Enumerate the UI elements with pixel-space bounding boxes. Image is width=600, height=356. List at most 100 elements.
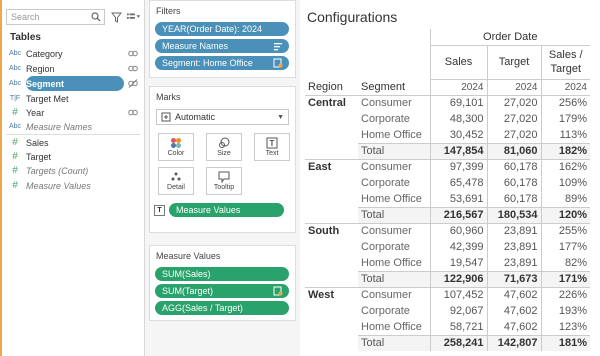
ratio-cell[interactable]: 226% [540, 286, 590, 303]
ratio-cell[interactable]: 120% [540, 206, 590, 223]
text-pill-measure-values[interactable]: Measure Values [169, 203, 284, 217]
target-cell[interactable]: 60,178 [486, 175, 541, 191]
size-button[interactable]: Size [206, 133, 242, 161]
color-button[interactable]: Color [158, 133, 194, 161]
view-title[interactable]: Configurations [307, 9, 397, 25]
segment-cell[interactable]: Total [358, 270, 430, 287]
segment-cell[interactable]: Total [358, 334, 430, 351]
region-cell[interactable] [305, 111, 358, 127]
ratio-cell[interactable]: 193% [540, 303, 590, 319]
target-cell[interactable]: 23,891 [486, 239, 541, 255]
segment-cell[interactable]: Total [358, 142, 430, 159]
region-cell[interactable] [305, 271, 358, 287]
column-header-target[interactable]: Target [486, 44, 541, 79]
ratio-cell[interactable]: 89% [540, 191, 590, 207]
row-header-segment[interactable]: Segment [358, 79, 430, 95]
region-cell[interactable] [305, 319, 358, 335]
ratio-cell[interactable]: 182% [540, 142, 590, 159]
segment-cell[interactable]: Home Office [358, 191, 430, 207]
text-button[interactable]: T Text [254, 133, 290, 161]
ratio-cell[interactable]: 162% [540, 158, 590, 175]
region-cell[interactable] [305, 207, 358, 223]
segment-cell[interactable]: Corporate [358, 111, 430, 127]
region-cell[interactable] [305, 175, 358, 191]
measure-pill-ratio[interactable]: AGG(Sales / Target) [155, 301, 289, 315]
sales-cell[interactable]: 65,478 [429, 175, 487, 191]
region-cell[interactable] [305, 239, 358, 255]
column-header-ratio[interactable]: Sales / Target [540, 44, 590, 79]
segment-cell[interactable]: Corporate [358, 303, 430, 319]
target-cell[interactable]: 27,020 [486, 111, 541, 127]
segment-cell[interactable]: Consumer [358, 94, 430, 111]
ratio-cell[interactable]: 179% [540, 111, 590, 127]
sales-cell[interactable]: 42,399 [429, 239, 487, 255]
target-cell[interactable]: 23,891 [486, 222, 541, 239]
row-header-region[interactable]: Region [305, 79, 358, 95]
sales-cell[interactable]: 147,854 [429, 142, 487, 159]
target-cell[interactable]: 142,807 [486, 334, 541, 351]
target-cell[interactable]: 47,602 [486, 286, 541, 303]
mark-type-select[interactable]: Automatic ▼ [156, 109, 289, 125]
region-cell[interactable]: Central [305, 94, 358, 111]
ratio-cell[interactable]: 255% [540, 222, 590, 239]
filter-pill-year[interactable]: YEAR(Order Date): 2024 [155, 22, 289, 36]
sales-cell[interactable]: 48,300 [429, 111, 487, 127]
ratio-cell[interactable]: 256% [540, 94, 590, 111]
segment-cell[interactable]: Corporate [358, 175, 430, 191]
sales-cell[interactable]: 258,241 [429, 334, 487, 351]
target-cell[interactable]: 81,060 [486, 142, 541, 159]
segment-cell[interactable]: Consumer [358, 286, 430, 303]
target-cell[interactable]: 27,020 [486, 127, 541, 143]
target-cell[interactable]: 47,602 [486, 303, 541, 319]
sales-cell[interactable]: 19,547 [429, 255, 487, 271]
target-cell[interactable]: 60,178 [486, 191, 541, 207]
ratio-cell[interactable]: 109% [540, 175, 590, 191]
filter-pill-measure-names[interactable]: Measure Names [155, 39, 289, 53]
sales-cell[interactable]: 58,721 [429, 319, 487, 335]
detail-button[interactable]: Detail [158, 167, 194, 195]
region-cell[interactable] [305, 191, 358, 207]
field-measure-values[interactable]: # Measure Values [4, 178, 142, 193]
filter-pill-segment[interactable]: Segment: Home Office [155, 56, 289, 70]
field-year[interactable]: # Year [4, 105, 142, 120]
target-cell[interactable]: 180,534 [486, 206, 541, 223]
ratio-cell[interactable]: 171% [540, 270, 590, 287]
segment-cell[interactable]: Total [358, 206, 430, 223]
measure-pill-sales[interactable]: SUM(Sales) [155, 267, 289, 281]
target-cell[interactable]: 71,673 [486, 270, 541, 287]
segment-cell[interactable]: Corporate [358, 239, 430, 255]
segment-cell[interactable]: Home Office [358, 319, 430, 335]
sales-cell[interactable]: 30,452 [429, 127, 487, 143]
sales-cell[interactable]: 69,101 [429, 94, 487, 111]
field-target[interactable]: # Target [4, 149, 142, 164]
year-header[interactable]: 2024 [429, 78, 487, 96]
year-header[interactable]: 2024 [540, 78, 590, 96]
target-cell[interactable]: 23,891 [486, 255, 541, 271]
segment-cell[interactable]: Consumer [358, 222, 430, 239]
tooltip-button[interactable]: Tooltip [206, 167, 242, 195]
column-header-sales[interactable]: Sales [429, 44, 487, 79]
sales-cell[interactable]: 60,960 [429, 222, 487, 239]
sales-cell[interactable]: 92,067 [429, 303, 487, 319]
field-region[interactable]: Abc Region [4, 61, 142, 76]
sales-cell[interactable]: 216,567 [429, 206, 487, 223]
sales-cell[interactable]: 53,691 [429, 191, 487, 207]
field-sales[interactable]: # Sales [4, 135, 142, 150]
filter-icon[interactable] [109, 10, 123, 24]
ratio-cell[interactable]: 177% [540, 239, 590, 255]
region-cell[interactable]: East [305, 158, 358, 175]
ratio-cell[interactable]: 181% [540, 334, 590, 351]
search-input[interactable]: Search [6, 9, 105, 25]
segment-cell[interactable]: Home Office [358, 255, 430, 271]
sales-cell[interactable]: 122,906 [429, 270, 487, 287]
field-category[interactable]: Abc Category [4, 46, 142, 61]
field-target-met[interactable]: T|F Target Met [4, 91, 142, 106]
ratio-cell[interactable]: 113% [540, 127, 590, 143]
region-cell[interactable] [305, 335, 358, 351]
column-group-header[interactable]: Order Date [429, 29, 590, 45]
target-cell[interactable]: 27,020 [486, 94, 541, 111]
field-measure-names[interactable]: Abc Measure Names [4, 119, 142, 134]
measure-pill-target[interactable]: SUM(Target) [155, 284, 289, 298]
target-cell[interactable]: 47,602 [486, 319, 541, 335]
view-options-icon[interactable] [127, 10, 141, 24]
